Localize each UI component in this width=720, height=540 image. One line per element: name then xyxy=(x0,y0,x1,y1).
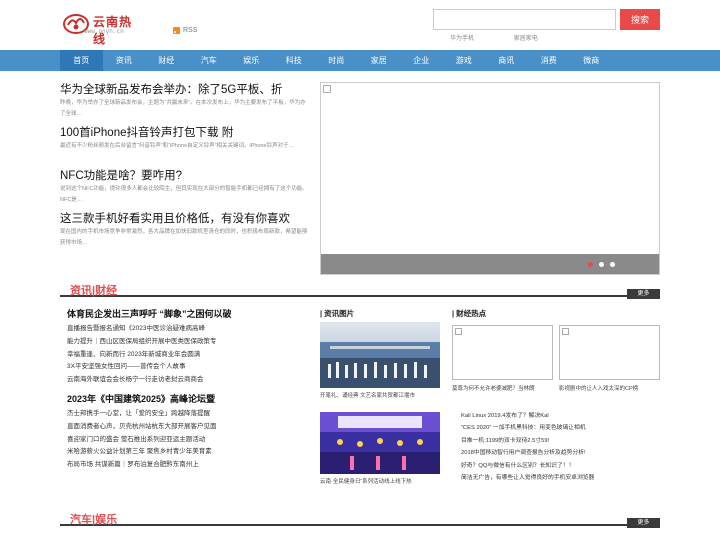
news-item[interactable]: 直播报告暨报名通知《2023中医诊治疑难病高峰 xyxy=(67,323,307,336)
hot-news-list: Kali Linux 2019.4发布了？解决Kal “CES 2020” 一加… xyxy=(461,410,661,484)
hot-word-link[interactable]: 家居家电 xyxy=(514,36,538,42)
more-button[interactable]: 更多 xyxy=(627,518,660,528)
hot-word-link[interactable]: 华为手机 xyxy=(450,36,474,42)
news-item[interactable]: 能力提升｜西山区医保局组织开展中医类医保政策专 xyxy=(67,336,307,349)
more-button[interactable]: 更多 xyxy=(627,289,660,299)
section-header-news-finance: 资讯|财经 更多 xyxy=(60,282,660,299)
news-item[interactable]: 布局市场 共谋新篇｜罗布泊复合肥黔东南州上 xyxy=(67,459,307,472)
photo-caption[interactable]: 云南·全民健身日”系列活动线上线下热 xyxy=(320,477,412,485)
news-item[interactable]: 喜迎家门口的盛会 萤石推出系列迎亚运主题活动 xyxy=(67,434,307,447)
hot-search-words: 华为手机 家居家电 xyxy=(450,33,576,42)
headline-item: NFC功能是啥？要咋用? 说到这个NFC功能，提许很多人都会比较陌生，但其实现在… xyxy=(60,168,310,205)
news-item[interactable]: 幸福重逢、向新而行 2023年新城商业年会圆满 xyxy=(67,349,307,362)
news-item[interactable]: 3X平安坚强女性回问——曾传会个人故事 xyxy=(67,361,307,374)
carousel-dots xyxy=(588,262,615,267)
logo-url: www.onyn.cn xyxy=(84,28,124,35)
news-column: 体育民企发出三声呼吁 “脚象”之困何以破 直播报告暨报名通知《2023中医诊治疑… xyxy=(67,308,307,472)
headline-title[interactable]: 这三款手机好看实用且价格低，有没有你喜欢 xyxy=(60,211,310,227)
nav-item[interactable]: 汽车 xyxy=(188,50,231,71)
hot-news-item[interactable]: 目推一机:1199的双卡双待2.5寸59! xyxy=(461,435,661,447)
nav-item[interactable]: 企业 xyxy=(400,50,443,71)
nav-item[interactable]: 娱乐 xyxy=(230,50,273,71)
nav-item[interactable]: 微商 xyxy=(570,50,613,71)
carousel-dot[interactable] xyxy=(588,262,593,267)
headline-title[interactable]: NFC功能是啥？要咋用? xyxy=(60,168,310,184)
rss-icon xyxy=(173,27,180,34)
hot-news-item[interactable]: 好奇？QQ与微信有什么区别？长知识了！！ xyxy=(461,460,661,472)
nav-item[interactable]: 游戏 xyxy=(443,50,486,71)
rss-label: RSS xyxy=(183,27,198,34)
nav-item[interactable]: 消费 xyxy=(528,50,571,71)
hot-news-item[interactable]: Kali Linux 2019.4发布了？解决Kal xyxy=(461,410,661,422)
hot-news-item[interactable]: 2018中国移动智行用户调查报告分析及趋势分析! xyxy=(461,447,661,459)
section-header-auto-ent: 汽车|娱乐 更多 xyxy=(60,511,660,528)
rss-link[interactable]: RSS xyxy=(173,27,197,34)
headline-title[interactable]: 华为全球新品发布会举办：除了5G平板、折 xyxy=(60,82,310,98)
finance-hot-heading: | 财经热点 xyxy=(452,309,487,318)
news-photo-event[interactable] xyxy=(320,412,440,474)
nav-item[interactable]: 时尚 xyxy=(315,50,358,71)
headline-desc: 昨晚，华为举办了全球新品发布会，主题为“共赢未来”。在本次发布上，华为主要发布了… xyxy=(60,100,306,117)
stage-photo xyxy=(320,322,440,388)
headline-list: 华为全球新品发布会举办：除了5G平板、折 昨晚，华为举办了全球新品发布会，主题为… xyxy=(60,82,310,254)
hot-thumb[interactable] xyxy=(559,325,660,380)
nav-item[interactable]: 财经 xyxy=(145,50,188,71)
broken-image-icon xyxy=(562,328,569,335)
featured-carousel[interactable] xyxy=(320,82,660,275)
search-input[interactable] xyxy=(433,9,616,30)
nav-item[interactable]: 科技 xyxy=(273,50,316,71)
nav-item[interactable]: 资讯 xyxy=(103,50,146,71)
hot-news-item[interactable]: “CES 2020” 一加手机黑科技：用变色玻璃让相机 xyxy=(461,422,661,434)
headline-item: 华为全球新品发布会举办：除了5G平板、折 昨晚，华为举办了全球新品发布会，主题为… xyxy=(60,82,310,119)
carousel-dot[interactable] xyxy=(610,262,615,267)
main-nav: 首页 资讯 财经 汽车 娱乐 科技 时尚 家居 企业 游戏 商讯 消费 微商 xyxy=(0,50,720,71)
hot-news-item[interactable]: 简洁无广告，有哪些让人觉得良好的手机安卓浏览器 xyxy=(461,472,661,484)
headline-desc: 最近有不少粉丝频发在后台留言“抖音铃声”和“iPhone自定义铃声”相关关键词。… xyxy=(60,143,295,149)
site-logo[interactable]: 云南热线 www.onyn.cn xyxy=(60,10,138,46)
section-title[interactable]: 汽车|娱乐 xyxy=(70,511,117,527)
nav-item[interactable]: 首页 xyxy=(60,50,103,71)
thumb-caption[interactable]: 影视剧中的让人入戏太深的CP榜 xyxy=(559,384,638,392)
news-group-title[interactable]: 2023年《中国建筑2025》高峰论坛暨 xyxy=(67,393,307,406)
broken-image-icon xyxy=(323,85,331,93)
carousel-caption-bar xyxy=(321,254,659,274)
nav-item[interactable]: 商讯 xyxy=(485,50,528,71)
headline-title[interactable]: 100首iPhone抖音铃声打包下载 附 xyxy=(60,125,310,141)
hot-thumb[interactable] xyxy=(452,325,553,380)
thumb-caption[interactable]: 莫尊为何不允许老婆减肥？当林朗 xyxy=(452,384,535,392)
headline-item: 这三款手机好看实用且价格低，有没有你喜欢 现在国内的手机市场竞争非常激烈，各大品… xyxy=(60,211,310,248)
search-button[interactable]: 搜索 xyxy=(620,9,660,30)
news-photo-stage[interactable] xyxy=(320,322,440,388)
section-title[interactable]: 资讯|财经 xyxy=(70,282,117,298)
nav-item[interactable]: 家居 xyxy=(358,50,401,71)
carousel-dot[interactable] xyxy=(599,262,604,267)
headline-desc: 现在国内的手机市场竞争非常激烈，各大品牌在加快旧款机型清仓的同时，也积极布局新款… xyxy=(60,229,308,246)
photo-caption[interactable]: 开笔礼、诵经典 文艺名家共贺都江堰市 xyxy=(320,391,415,399)
headline-item: 100首iPhone抖音铃声打包下载 附 最近有不少粉丝频发在后台留言“抖音铃声… xyxy=(60,125,310,162)
news-images-heading: | 资讯图片 xyxy=(320,309,355,318)
news-item[interactable]: 米哈游薪火公益计划第三年 聚焦乡村青少年美育素 xyxy=(67,446,307,459)
news-item[interactable]: 直面消费者心声，贝壳杭州站杭东大部开展客户见面 xyxy=(67,421,307,434)
headline-desc: 说到这个NFC功能，提许很多人都会比较陌生，但其实现在大部分的智能手机都已经拥有… xyxy=(60,186,308,203)
news-item[interactable]: 杰士邦携手一心堂，让「爱的安全」跨越降落提醒 xyxy=(67,408,307,421)
news-item[interactable]: 云南海外联谊会会长杨宁一行走访老挝云商商会 xyxy=(67,374,307,387)
event-photo xyxy=(320,412,440,474)
news-group-title[interactable]: 体育民企发出三声呼吁 “脚象”之困何以破 xyxy=(67,308,307,321)
broken-image-icon xyxy=(455,328,462,335)
